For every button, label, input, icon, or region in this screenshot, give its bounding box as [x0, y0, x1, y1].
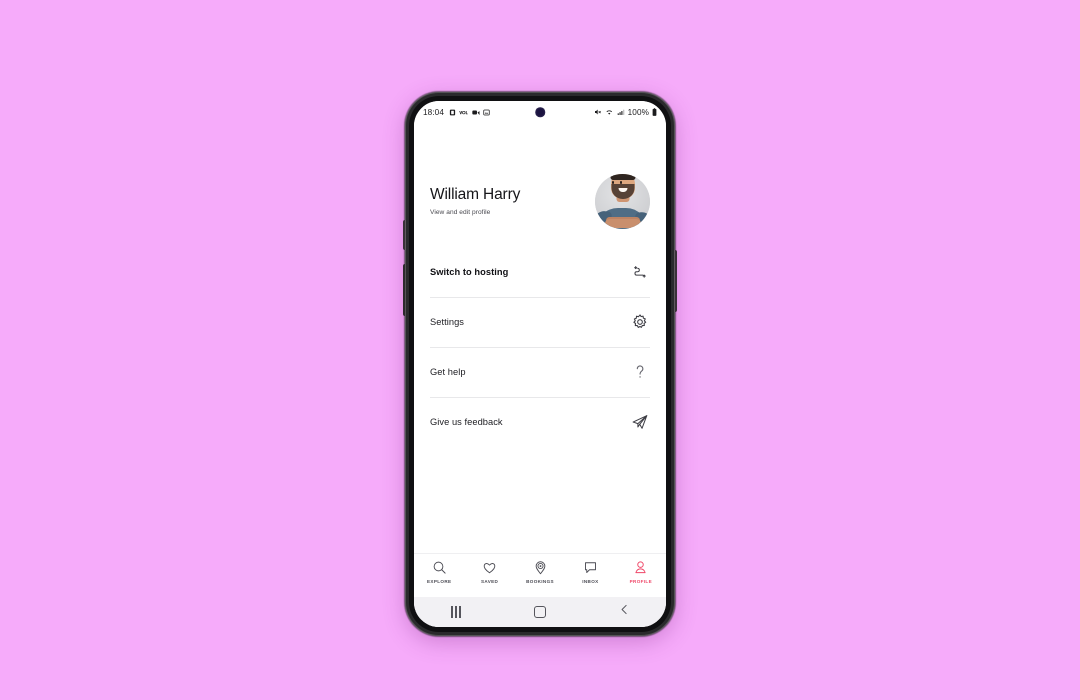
profile-menu-list: Switch to hosting Settings Get help Give…: [414, 231, 666, 447]
tab-label: EXPLORE: [427, 578, 452, 584]
square-icon: [533, 605, 547, 619]
tab-label: PROFILE: [629, 578, 652, 584]
menu-item-label: Settings: [430, 317, 464, 327]
tab-label: INBOX: [582, 578, 599, 584]
map-pin-icon: [532, 559, 549, 576]
bottom-tab-bar: EXPLORE SAVED BOOKINGS INBOX PROFILE: [414, 553, 666, 597]
front-camera-punch-hole: [535, 107, 545, 117]
volume-down-button[interactable]: [403, 264, 406, 316]
cellular-signal-icon: [617, 103, 625, 121]
profile-subtitle: View and edit profile: [430, 208, 491, 216]
volume-mute-icon: [594, 103, 602, 121]
three-bars-icon: [451, 606, 461, 618]
status-clock: 18:04: [423, 107, 444, 117]
battery-percent-label: 100%: [627, 107, 649, 117]
search-icon: [431, 559, 448, 576]
video-camera-icon: [471, 103, 480, 121]
sim-card-icon: [449, 103, 456, 121]
chat-bubble-icon: [582, 559, 599, 576]
question-mark-icon: [630, 362, 650, 382]
switch-arrows-icon: [630, 262, 650, 282]
status-bar: 18:04 100%: [414, 101, 666, 123]
tab-label: BOOKINGS: [526, 578, 554, 584]
power-button[interactable]: [674, 250, 677, 312]
tab-profile[interactable]: PROFILE: [616, 559, 666, 584]
menu-item-label: Give us feedback: [430, 417, 503, 427]
tab-inbox[interactable]: INBOX: [565, 559, 615, 584]
menu-item-get-help[interactable]: Get help: [430, 347, 650, 397]
status-bar-right-group: 100%: [594, 103, 657, 121]
menu-item-switch-to-hosting[interactable]: Switch to hosting: [430, 247, 650, 297]
menu-item-settings[interactable]: Settings: [430, 297, 650, 347]
menu-item-label: Get help: [430, 367, 466, 377]
user-avatar-photo[interactable]: [595, 173, 650, 229]
avatar-right-eye: [619, 181, 622, 184]
tab-explore[interactable]: EXPLORE: [414, 559, 464, 584]
home-button[interactable]: [517, 597, 563, 627]
status-bar-left-group: 18:04: [423, 103, 490, 121]
profile-header[interactable]: William Harry View and edit profile: [414, 123, 666, 231]
person-icon: [632, 559, 649, 576]
tab-label: SAVED: [480, 578, 499, 584]
phone-device-mockup: 18:04 100% William Harry View and edit p…: [403, 92, 677, 636]
tab-bookings[interactable]: BOOKINGS: [515, 559, 565, 584]
profile-name: William Harry: [430, 186, 521, 204]
profile-text-block: William Harry View and edit profile: [430, 186, 595, 216]
menu-item-label: Switch to hosting: [430, 267, 509, 277]
screenshot-canvas: 18:04 100% William Harry View and edit p…: [0, 0, 1080, 700]
volume-up-button[interactable]: [403, 220, 406, 250]
menu-item-give-us-feedback[interactable]: Give us feedback: [430, 397, 650, 447]
app-content: William Harry View and edit profile Swit…: [414, 123, 666, 627]
gear-icon: [630, 312, 650, 332]
recents-button[interactable]: [433, 597, 479, 627]
vo-lte-icon: [459, 103, 468, 121]
avatar-folded-arms: [604, 218, 641, 228]
wifi-icon: [605, 103, 614, 121]
chevron-left-icon: [618, 603, 631, 621]
back-button[interactable]: [601, 597, 647, 627]
android-navigation-bar: [414, 597, 666, 627]
phone-screen: 18:04 100% William Harry View and edit p…: [414, 101, 666, 627]
battery-icon: [652, 103, 657, 121]
avatar-hair: [610, 173, 635, 180]
tab-saved[interactable]: SAVED: [464, 559, 514, 584]
paper-plane-icon: [630, 412, 650, 432]
heart-icon: [481, 559, 498, 576]
screenshot-icon: [483, 103, 490, 121]
